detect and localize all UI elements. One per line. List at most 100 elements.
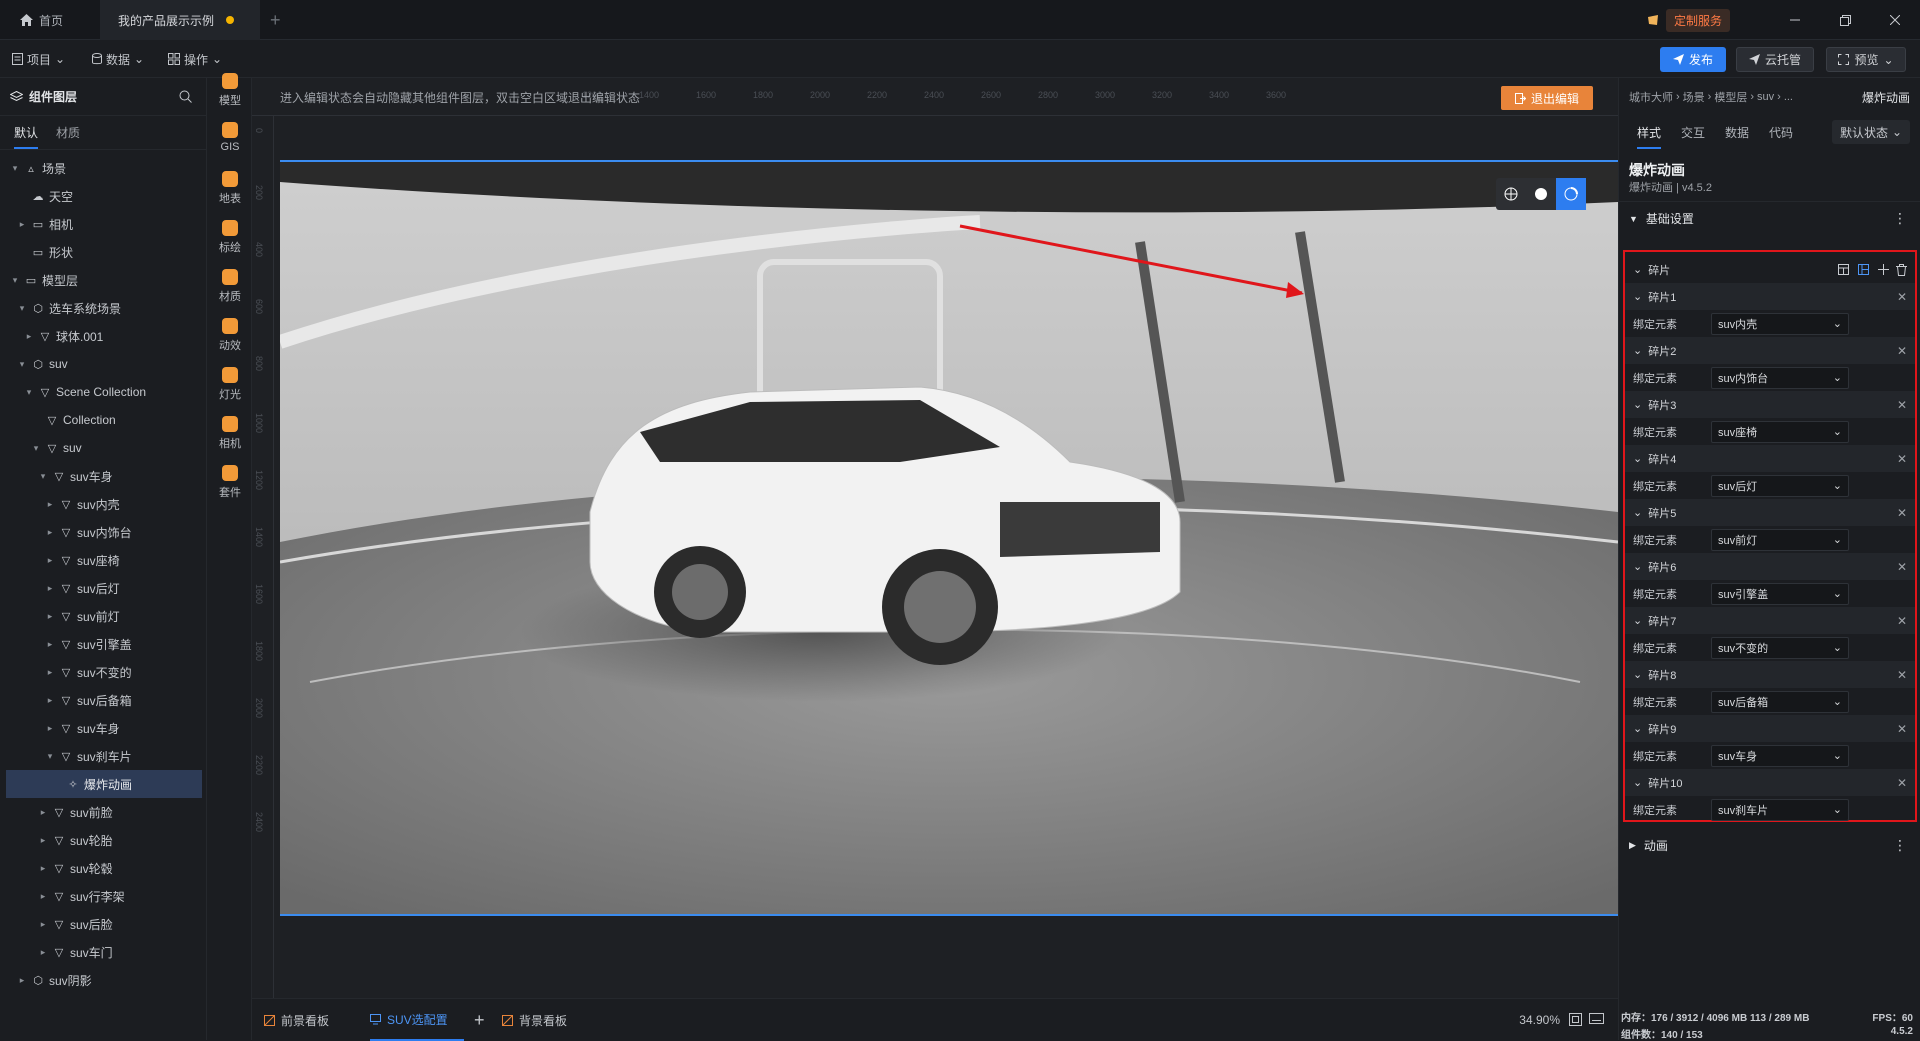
- fit-screen-icon[interactable]: [1569, 1013, 1582, 1026]
- close-icon[interactable]: ✕: [1897, 398, 1907, 412]
- fragment-header[interactable]: ⌄ 碎片7 ✕: [1625, 607, 1915, 634]
- tab-style[interactable]: 样式: [1637, 124, 1662, 149]
- close-icon[interactable]: ✕: [1897, 452, 1907, 466]
- menu-project[interactable]: 项目 ⌄: [12, 40, 65, 78]
- layer-tree-item[interactable]: ▸ ▽ suv座椅: [6, 546, 202, 574]
- close-icon[interactable]: ✕: [1897, 776, 1907, 790]
- fragment-header[interactable]: ⌄ 碎片4 ✕: [1625, 445, 1915, 472]
- close-icon[interactable]: ✕: [1897, 506, 1907, 520]
- add-tab-button[interactable]: +: [270, 0, 281, 40]
- component-type-marker[interactable]: 标绘: [208, 220, 252, 255]
- caret-right-icon[interactable]: ▸: [45, 555, 55, 566]
- fragment-header[interactable]: ⌄ 碎片2 ✕: [1625, 337, 1915, 364]
- more-icon[interactable]: ⋮: [1893, 210, 1907, 227]
- close-icon[interactable]: ✕: [1897, 560, 1907, 574]
- bind-element-select[interactable]: suv前灯 ⌄: [1711, 528, 1849, 551]
- component-type-gis[interactable]: GIS: [208, 122, 252, 153]
- component-type-camera[interactable]: 相机: [208, 416, 252, 451]
- tab-suv-config[interactable]: SUV选配置: [370, 999, 464, 1041]
- caret-down-icon[interactable]: ▾: [45, 751, 55, 762]
- layer-tree-item[interactable]: ▾ ▽ suv车身: [6, 462, 202, 490]
- tab-background-board[interactable]: 背景看板: [502, 999, 567, 1041]
- fragment-header[interactable]: ⌄ 碎片8 ✕: [1625, 661, 1915, 688]
- layer-tree-item[interactable]: ▾ ⬡ suv: [6, 350, 202, 378]
- close-icon[interactable]: ✕: [1897, 722, 1907, 736]
- breadcrumb-item[interactable]: 场景: [1683, 89, 1705, 105]
- search-icon[interactable]: [179, 90, 192, 103]
- layer-tree-item[interactable]: ▸ ▽ suv车门: [6, 938, 202, 966]
- caret-right-icon[interactable]: ▸: [45, 611, 55, 622]
- 3d-viewport[interactable]: [280, 160, 1618, 916]
- minimize-button[interactable]: [1770, 0, 1820, 40]
- caret-down-icon[interactable]: ▾: [10, 275, 20, 286]
- layer-tree-item[interactable]: ▾ ▽ suv刹车片: [6, 742, 202, 770]
- table-icon[interactable]: [1838, 264, 1849, 275]
- caret-right-icon[interactable]: ▸: [45, 583, 55, 594]
- restore-button[interactable]: [1820, 0, 1870, 40]
- layer-tree-item[interactable]: ▾ ▽ Scene Collection: [6, 378, 202, 406]
- layer-tree-item[interactable]: ▸ ▽ suv后备箱: [6, 686, 202, 714]
- globe-view-button[interactable]: [1496, 178, 1526, 210]
- bind-element-select[interactable]: suv刹车片 ⌄: [1711, 798, 1849, 821]
- layer-tree-item[interactable]: ▸ ▽ suv前脸: [6, 798, 202, 826]
- caret-down-icon[interactable]: ▾: [31, 443, 41, 454]
- cloud-hosting-button[interactable]: 云托管: [1736, 47, 1814, 72]
- layer-tree-item[interactable]: ▸ ▽ suv轮胎: [6, 826, 202, 854]
- bind-element-select[interactable]: suv引擎盖 ⌄: [1711, 582, 1849, 605]
- close-icon[interactable]: ✕: [1897, 614, 1907, 628]
- layer-tree-item[interactable]: ▸ ▽ suv引擎盖: [6, 630, 202, 658]
- caret-right-icon[interactable]: ▸: [38, 807, 48, 818]
- caret-right-icon[interactable]: ▸: [24, 331, 34, 342]
- bind-element-select[interactable]: suv后灯 ⌄: [1711, 474, 1849, 497]
- caret-down-icon[interactable]: ▾: [17, 359, 27, 370]
- layer-tree-item[interactable]: ▾ ▭ 模型层: [6, 266, 202, 294]
- caret-down-icon[interactable]: ▾: [17, 303, 27, 314]
- fragment-header[interactable]: ⌄ 碎片6 ✕: [1625, 553, 1915, 580]
- layer-tree-item[interactable]: ▸ ▽ suv后灯: [6, 574, 202, 602]
- solid-view-button[interactable]: [1526, 178, 1556, 210]
- component-type-effect[interactable]: 动效: [208, 318, 252, 353]
- fragment-header[interactable]: ⌄ 碎片10 ✕: [1625, 769, 1915, 796]
- layer-tree-item[interactable]: ▸ ▽ suv轮毂: [6, 854, 202, 882]
- bind-element-select[interactable]: suv不变的 ⌄: [1711, 636, 1849, 659]
- tab-interaction[interactable]: 交互: [1681, 124, 1705, 149]
- preview-button[interactable]: 预览 ⌄: [1826, 47, 1906, 72]
- rotate-view-button[interactable]: [1556, 178, 1586, 210]
- component-type-material[interactable]: 材质: [208, 269, 252, 304]
- caret-right-icon[interactable]: ▸: [45, 527, 55, 538]
- zoom-level[interactable]: 34.90%: [1519, 999, 1560, 1041]
- caret-right-icon[interactable]: ▸: [38, 835, 48, 846]
- layer-tree-item[interactable]: ▸ ▽ suv车身: [6, 714, 202, 742]
- breadcrumb-item[interactable]: 城市大师: [1629, 89, 1673, 105]
- close-icon[interactable]: ✕: [1897, 290, 1907, 304]
- layer-tree-item[interactable]: ✧ 爆炸动画: [6, 770, 202, 798]
- caret-right-icon[interactable]: ▸: [38, 919, 48, 930]
- component-type-model[interactable]: 模型: [208, 73, 252, 108]
- keyboard-icon[interactable]: [1589, 1013, 1604, 1024]
- layer-tree-item[interactable]: ▸ ⬡ suv阴影: [6, 966, 202, 994]
- tab-foreground-board[interactable]: 前景看板: [264, 999, 329, 1041]
- add-board-button[interactable]: +: [474, 999, 485, 1041]
- tab-project[interactable]: 我的产品展示示例: [100, 0, 260, 40]
- tab-material[interactable]: 材质: [56, 124, 80, 141]
- component-type-kit[interactable]: 套件: [208, 465, 252, 500]
- caret-right-icon[interactable]: ▸: [38, 947, 48, 958]
- caret-right-icon[interactable]: ▸: [38, 891, 48, 902]
- exit-edit-button[interactable]: 退出编辑: [1501, 86, 1593, 110]
- custom-service-button[interactable]: 定制服务: [1646, 8, 1730, 32]
- layer-tree-item[interactable]: ▸ ▭ 相机: [6, 210, 202, 238]
- tab-home[interactable]: 首页: [20, 0, 100, 40]
- layer-tree-item[interactable]: ☁ 天空: [6, 182, 202, 210]
- layer-tree-item[interactable]: ▾ ▵ 场景: [6, 154, 202, 182]
- fragment-header[interactable]: ⌄ 碎片3 ✕: [1625, 391, 1915, 418]
- caret-down-icon[interactable]: ▾: [38, 471, 48, 482]
- delete-icon[interactable]: [1896, 263, 1907, 276]
- menu-data[interactable]: 数据 ⌄: [92, 40, 144, 78]
- layer-tree-item[interactable]: ▾ ▽ suv: [6, 434, 202, 462]
- layer-tree-item[interactable]: ▸ ▽ suv内壳: [6, 490, 202, 518]
- layer-tree-item[interactable]: ▸ ▽ suv不变的: [6, 658, 202, 686]
- layer-tree-item[interactable]: ▾ ⬡ 选车系统场景: [6, 294, 202, 322]
- layer-tree-item[interactable]: ▭ 形状: [6, 238, 202, 266]
- caret-right-icon[interactable]: ▸: [38, 863, 48, 874]
- layer-tree-item[interactable]: ▸ ▽ suv前灯: [6, 602, 202, 630]
